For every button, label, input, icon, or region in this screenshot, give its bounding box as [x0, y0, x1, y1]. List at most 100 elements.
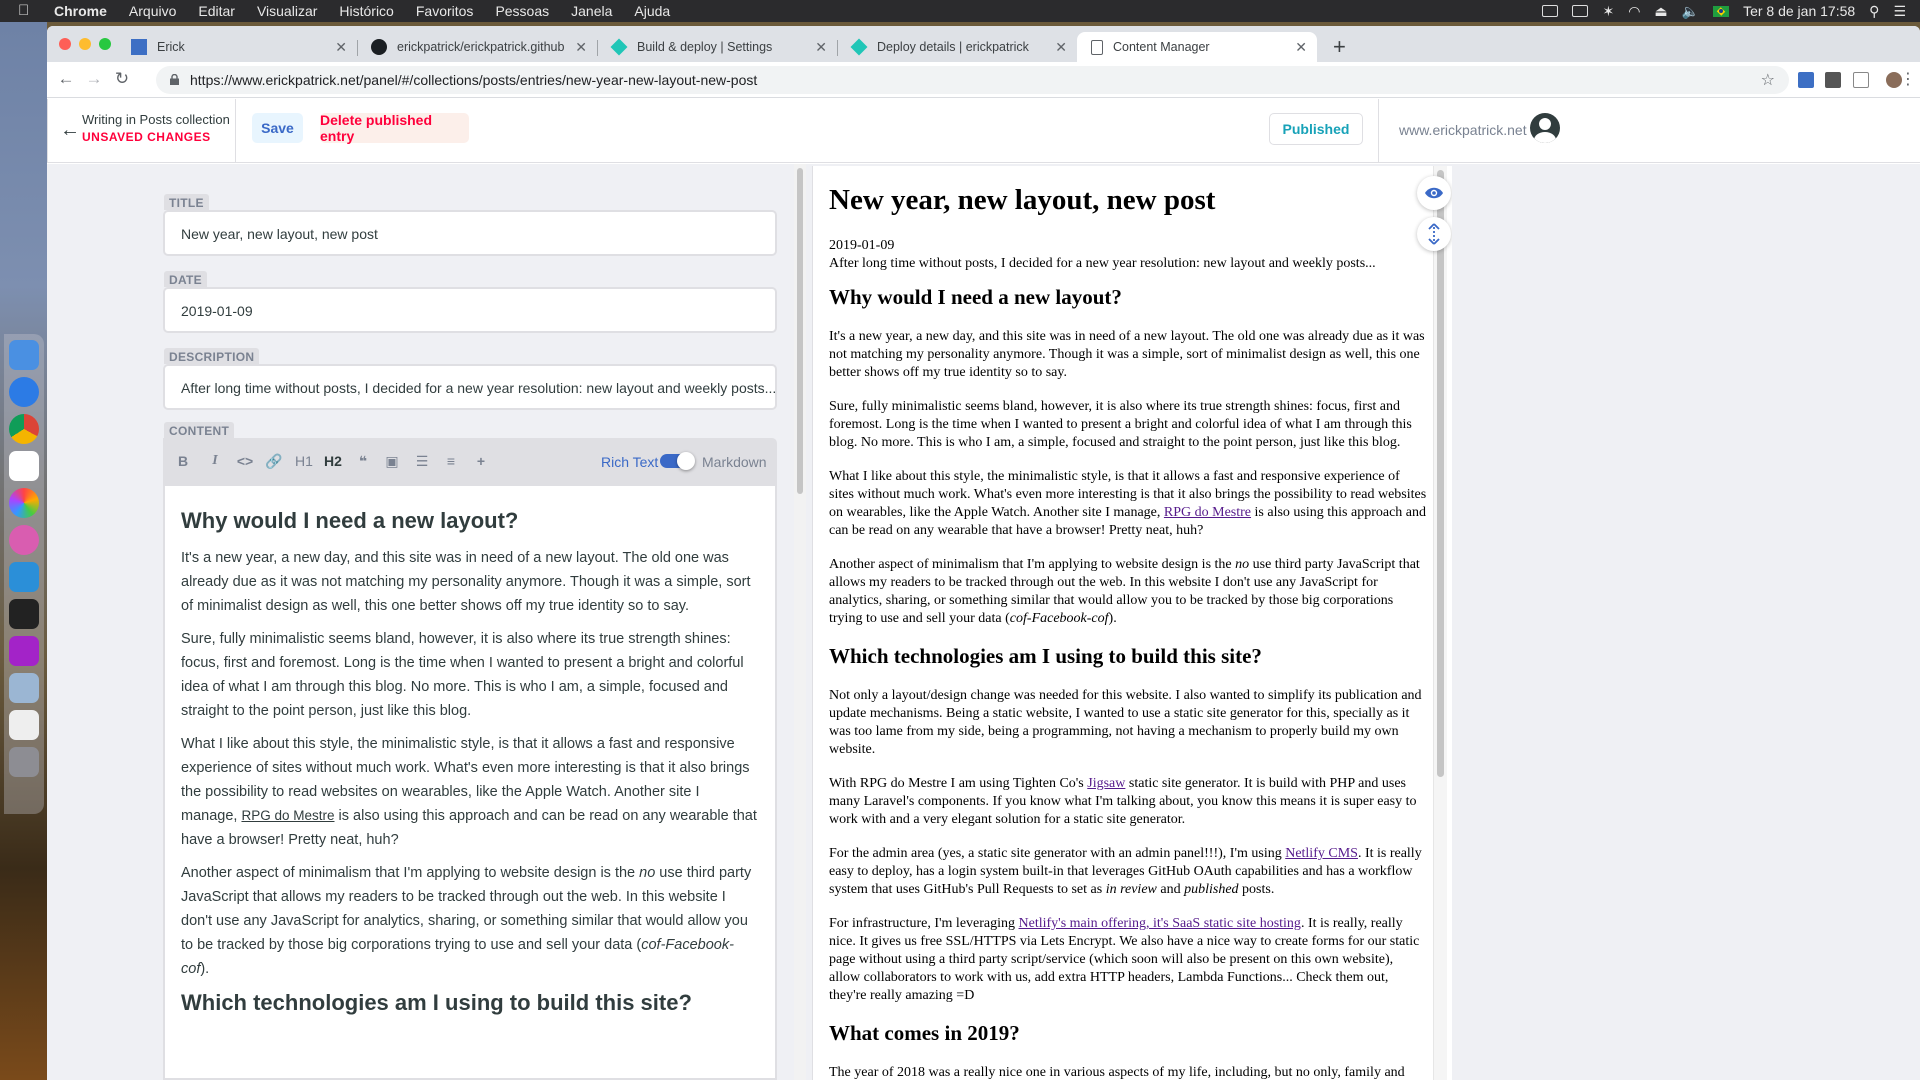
date-input[interactable]: 2019-01-09: [163, 287, 777, 333]
reload-button[interactable]: ↻: [111, 69, 133, 89]
spotlight-search-icon[interactable]: ⚲: [1869, 3, 1879, 20]
rpg-do-mestre-link[interactable]: RPG do Mestre: [1164, 505, 1251, 520]
safari-icon[interactable]: [9, 377, 39, 407]
add-component-icon[interactable]: +: [471, 453, 491, 469]
code-icon[interactable]: <>: [235, 453, 255, 469]
link-icon[interactable]: 🔗: [264, 453, 284, 470]
tab-content-manager[interactable]: Content Manager ✕: [1077, 32, 1317, 62]
close-window-button[interactable]: [59, 38, 71, 50]
netlify-hosting-link[interactable]: Netlify's main offering, it's SaaS stati…: [1019, 916, 1301, 931]
macos-menubar:  Chrome Arquivo Editar Visualizar Histó…: [0, 0, 1920, 22]
new-tab-button[interactable]: +: [1333, 34, 1346, 60]
minimize-window-button[interactable]: [79, 38, 91, 50]
back-button[interactable]: ←: [55, 69, 77, 89]
tab-title: Content Manager: [1113, 40, 1210, 54]
title-label: TITLE: [164, 194, 209, 210]
close-tab-icon[interactable]: ✕: [815, 39, 827, 56]
tab-deploy-details[interactable]: Deploy details | erickpatrick ✕: [837, 32, 1077, 62]
preview-app-icon[interactable]: [9, 673, 39, 703]
menu-item-editar[interactable]: Editar: [198, 3, 235, 19]
preview-date: 2019-01-09: [829, 238, 895, 253]
published-status-button[interactable]: Published: [1269, 113, 1363, 145]
delete-published-entry-button[interactable]: Delete published entry: [320, 112, 469, 144]
scrollbar-thumb[interactable]: [797, 168, 803, 494]
clock[interactable]: Ter 8 de jan 17:58: [1743, 3, 1855, 19]
chrome-icon[interactable]: [9, 414, 39, 444]
airplay-icon[interactable]: [1572, 5, 1589, 17]
heading-2-icon[interactable]: H2: [323, 453, 343, 469]
close-tab-icon[interactable]: ✕: [575, 39, 587, 56]
markdown-label[interactable]: Markdown: [702, 454, 767, 470]
menu-item-arquivo[interactable]: Arquivo: [129, 3, 176, 19]
menu-item-favoritos[interactable]: Favoritos: [416, 3, 474, 19]
itunes-icon[interactable]: [9, 525, 39, 555]
preview-paragraph: For the admin area (yes, a static site g…: [829, 846, 1422, 897]
close-tab-icon[interactable]: ✕: [1055, 39, 1067, 56]
editor-scrollbar[interactable]: [794, 164, 806, 1080]
rpg-do-mestre-link[interactable]: RPG do Mestre: [241, 808, 334, 823]
xcode-icon[interactable]: [9, 562, 39, 592]
extension-icon[interactable]: [1853, 72, 1869, 88]
bluetooth-icon[interactable]: ✶: [1602, 3, 1614, 20]
code-block-icon[interactable]: ▣: [382, 453, 402, 470]
menu-item-ajuda[interactable]: Ajuda: [634, 3, 670, 19]
chrome-menu-icon[interactable]: ⋮: [1897, 69, 1919, 89]
back-to-collection-icon[interactable]: ←: [60, 119, 80, 142]
jigsaw-link[interactable]: Jigsaw: [1087, 776, 1125, 791]
window-tiling-icon[interactable]: [1542, 5, 1559, 17]
user-avatar[interactable]: [1530, 113, 1560, 143]
menu-item-pessoas[interactable]: Pessoas: [495, 3, 549, 19]
italic-icon[interactable]: I: [205, 453, 225, 469]
forward-button[interactable]: →: [83, 69, 105, 89]
content-editor[interactable]: Why would I need a new layout? It's a ne…: [163, 486, 777, 1080]
preview-paragraph: The year of 2018 was a really nice one i…: [829, 1065, 1405, 1080]
phpstorm-icon[interactable]: [9, 636, 39, 666]
photos-icon[interactable]: [9, 488, 39, 518]
bold-icon[interactable]: B: [173, 453, 193, 469]
terminal-icon[interactable]: [9, 599, 39, 629]
save-button[interactable]: Save: [252, 113, 303, 143]
trash-icon[interactable]: [9, 747, 39, 777]
downloads-stack-icon[interactable]: [9, 710, 39, 740]
scrollbar-thumb[interactable]: [1437, 170, 1444, 777]
quote-icon[interactable]: ❝: [353, 453, 373, 470]
calendar-icon[interactable]: [9, 451, 39, 481]
preview-paragraph: It's a new year, a new day, and this sit…: [829, 329, 1425, 380]
close-tab-icon[interactable]: ✕: [1295, 39, 1307, 56]
brazil-flag-icon[interactable]: [1713, 5, 1730, 17]
finder-icon[interactable]: [9, 340, 39, 370]
heading-1-icon[interactable]: H1: [294, 453, 314, 469]
zoom-window-button[interactable]: [99, 38, 111, 50]
extension-icon[interactable]: [1825, 72, 1841, 88]
github-icon: [371, 39, 387, 55]
desktop-wallpaper: [0, 22, 47, 1080]
rich-text-label[interactable]: Rich Text: [601, 454, 658, 470]
close-tab-icon[interactable]: ✕: [335, 39, 347, 56]
netlify-cms-link[interactable]: Netlify CMS: [1285, 846, 1358, 861]
apple-icon[interactable]: : [18, 3, 32, 19]
bulleted-list-icon[interactable]: ☰: [412, 453, 432, 470]
preview-scrollbar[interactable]: [1433, 166, 1447, 1080]
volume-icon[interactable]: 🔈: [1682, 3, 1699, 20]
notification-center-icon[interactable]: ☰: [1893, 3, 1906, 20]
extension-icon[interactable]: [1798, 72, 1814, 88]
tab-build-deploy[interactable]: Build & deploy | Settings ✕: [597, 32, 837, 62]
eject-icon[interactable]: ⏏: [1654, 3, 1667, 20]
numbered-list-icon[interactable]: ≡: [441, 453, 461, 469]
rich-text-markdown-toggle[interactable]: [660, 452, 695, 470]
sync-scroll-icon[interactable]: [1417, 217, 1451, 251]
tab-github[interactable]: erickpatrick/erickpatrick.github ✕: [357, 32, 597, 62]
menu-item-visualizar[interactable]: Visualizar: [257, 3, 317, 19]
site-link[interactable]: www.erickpatrick.net: [1399, 122, 1527, 138]
preview-paragraph: For infrastructure, I'm leveraging Netli…: [829, 916, 1420, 1003]
toggle-preview-eye-icon[interactable]: [1417, 176, 1451, 210]
menu-app-name[interactable]: Chrome: [54, 3, 107, 19]
tab-erick[interactable]: Erick ✕: [117, 32, 357, 62]
bookmark-star-icon[interactable]: ☆: [1761, 70, 1775, 90]
menu-item-historico[interactable]: Histórico: [339, 3, 393, 19]
title-input[interactable]: New year, new layout, new post: [163, 210, 777, 256]
description-input[interactable]: After long time without posts, I decided…: [163, 364, 777, 410]
menu-item-janela[interactable]: Janela: [571, 3, 612, 19]
address-bar[interactable]: https://www.erickpatrick.net/panel/#/col…: [156, 66, 1789, 94]
wifi-icon[interactable]: ◠: [1628, 3, 1640, 20]
